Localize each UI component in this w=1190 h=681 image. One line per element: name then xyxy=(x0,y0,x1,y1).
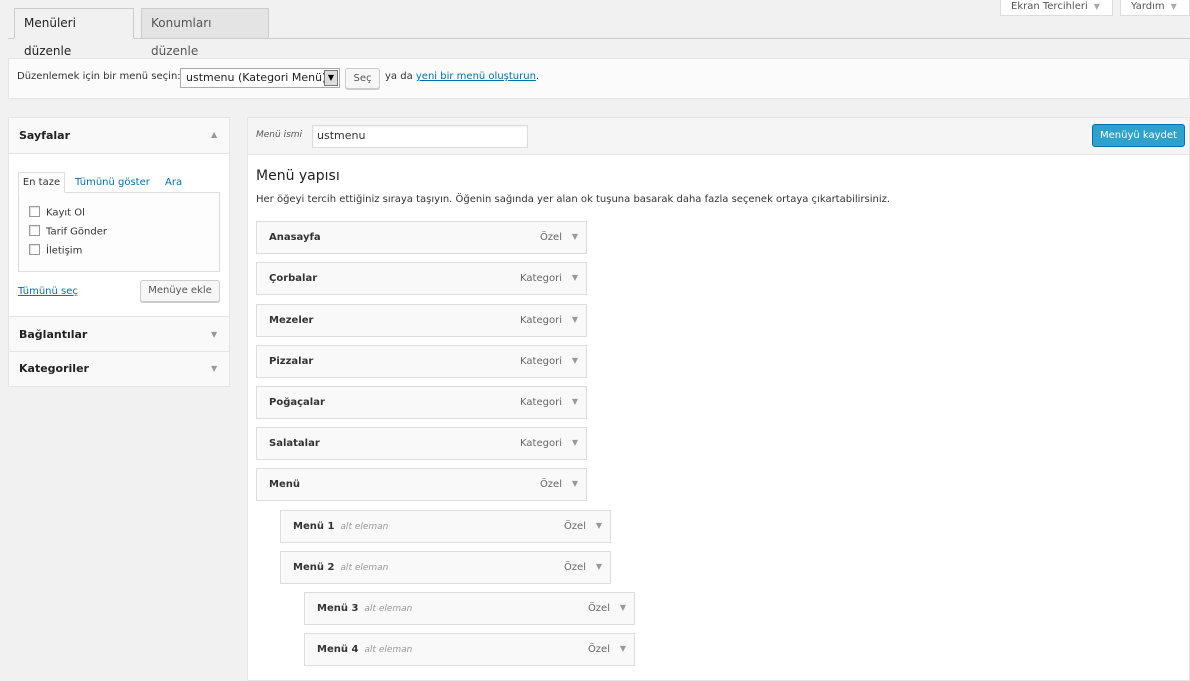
page-item[interactable]: Tarif Gönder xyxy=(29,225,107,238)
period: . xyxy=(535,71,540,82)
add-to-menu-label: Menüye ekle xyxy=(148,285,212,296)
checkbox[interactable] xyxy=(29,206,40,217)
select-all-link[interactable]: Tümünü seç xyxy=(18,286,78,297)
menu-item-title: Salatalar xyxy=(269,438,320,449)
expand-down-icon[interactable]: ▼ xyxy=(572,356,578,365)
menu-name-label: Menü ismi xyxy=(256,130,303,140)
menu-item-type: Özel xyxy=(539,479,562,490)
select-button[interactable]: Seç xyxy=(345,68,380,89)
menu-item[interactable]: Salatalar Kategori ▼ xyxy=(256,427,587,460)
page-item[interactable]: Kayıt Ol xyxy=(29,206,85,219)
expand-down-icon[interactable]: ▼ xyxy=(572,232,578,241)
menu-item-type: Kategori xyxy=(520,273,562,284)
expand-down-icon[interactable]: ▼ xyxy=(572,315,578,324)
menu-item-type: Özel xyxy=(587,644,610,655)
tab-edit-menus[interactable]: Menüleri düzenle xyxy=(14,8,134,58)
menu-name-value: ustmenu xyxy=(317,129,366,142)
select-menu-label: Düzenlemek için bir menü seçin: xyxy=(17,71,181,82)
caret-down-icon: ▼ xyxy=(1170,2,1177,11)
menu-item-sub-label: alt eleman xyxy=(364,604,413,614)
pages-tabs: En taze Tümünü göster Ara xyxy=(18,172,220,193)
or-text: ya da xyxy=(385,71,413,82)
menu-item[interactable]: Pizzalar Kategori ▼ xyxy=(256,345,587,378)
menu-item-title: Menü 3 xyxy=(317,603,359,614)
tab-divider xyxy=(8,38,1190,39)
menu-editor-header: Menü ismi ustmenu Menüyü kaydet xyxy=(248,118,1189,155)
pages-title: Sayfalar xyxy=(19,129,71,142)
menu-select-bar: Düzenlemek için bir menü seçin: ustmenu … xyxy=(8,58,1190,99)
menu-item-type: Özel xyxy=(563,562,586,573)
menu-item-title: Menü 4 xyxy=(317,644,359,655)
screen-options-tab[interactable]: Ekran Tercihleri ▼ xyxy=(1000,0,1113,16)
help-label: Yardım xyxy=(1131,1,1165,12)
expand-down-icon[interactable]: ▼ xyxy=(572,438,578,447)
menu-structure-description: Her öğeyi tercih ettiğiniz sıraya taşıyı… xyxy=(256,194,891,205)
screen-options-label: Ekran Tercihleri xyxy=(1011,1,1088,12)
menu-sub-item[interactable]: Menü 1 alt eleman Özel ▼ xyxy=(280,510,611,543)
menu-item-type: Özel xyxy=(587,603,610,614)
help-tab[interactable]: Yardım ▼ xyxy=(1120,0,1190,16)
menu-item-type: Özel xyxy=(539,232,562,243)
categories-title: Kategoriler xyxy=(19,362,89,375)
expand-down-icon[interactable]: ▼ xyxy=(620,644,626,653)
menu-sub-item[interactable]: Menü 4 alt eleman Özel ▼ xyxy=(304,633,635,666)
menu-item-type: Özel xyxy=(563,521,586,532)
pages-list-panel: Kayıt Ol Tarif Gönder İletişim xyxy=(18,192,220,272)
menu-item-title: Mezeler xyxy=(269,315,314,326)
tab-manage-locations[interactable]: Konumları düzenle xyxy=(141,8,269,58)
tab-edit-menus-label: Menüleri düzenle xyxy=(24,16,76,58)
dropdown-arrow-icon: ▼ xyxy=(324,70,338,86)
tab-most-recent-label: En taze xyxy=(22,177,61,188)
tab-manage-locations-label: Konumları düzenle xyxy=(151,16,212,58)
expand-down-icon[interactable]: ▼ xyxy=(572,397,578,406)
menu-item-title: Anasayfa xyxy=(269,232,321,243)
menu-item-title: Menü 1 xyxy=(293,521,335,532)
menu-structure-title: Menü yapısı xyxy=(256,168,340,184)
menu-item[interactable]: Menü Özel ▼ xyxy=(256,468,587,501)
menu-item[interactable]: Poğaçalar Kategori ▼ xyxy=(256,386,587,419)
page-item[interactable]: İletişim xyxy=(29,244,83,257)
menu-item-sub-label: alt eleman xyxy=(340,563,389,573)
caret-down-icon: ▼ xyxy=(1093,2,1100,11)
page-item-label: Tarif Gönder xyxy=(46,226,107,238)
tab-most-recent[interactable]: En taze xyxy=(18,172,65,193)
menu-item-type: Kategori xyxy=(520,397,562,408)
expand-down-icon[interactable]: ▼ xyxy=(596,562,602,571)
menu-item-type: Kategori xyxy=(520,438,562,449)
menu-item[interactable]: Anasayfa Özel ▼ xyxy=(256,221,587,254)
expand-down-icon[interactable]: ▼ xyxy=(572,273,578,282)
menu-item-title: Menü 2 xyxy=(293,562,335,573)
menu-sub-item[interactable]: Menü 3 alt eleman Özel ▼ xyxy=(304,592,635,625)
menu-item-type: Kategori xyxy=(520,356,562,367)
expand-down-icon[interactable]: ▼ xyxy=(572,479,578,488)
tab-view-all[interactable]: Tümünü göster xyxy=(75,177,150,188)
add-to-menu-button[interactable]: Menüye ekle xyxy=(140,280,220,302)
create-menu-text: ya da yeni bir menü oluşturun. xyxy=(385,71,539,82)
tab-search[interactable]: Ara xyxy=(165,177,182,188)
menu-item-type: Kategori xyxy=(520,315,562,326)
menu-item-title: Pizzalar xyxy=(269,356,314,367)
page-item-label: İletişim xyxy=(46,245,83,257)
menu-item-sub-label: alt eleman xyxy=(340,522,389,532)
expand-down-icon[interactable]: ▼ xyxy=(620,603,626,612)
save-menu-button[interactable]: Menüyü kaydet xyxy=(1092,124,1185,147)
checkbox[interactable] xyxy=(29,244,40,255)
menu-item-title: Poğaçalar xyxy=(269,397,325,408)
menu-name-input[interactable]: ustmenu xyxy=(312,125,528,148)
menu-sub-item[interactable]: Menü 2 alt eleman Özel ▼ xyxy=(280,551,611,584)
links-title: Bağlantılar xyxy=(19,328,88,341)
menu-item-title: Çorbalar xyxy=(269,273,318,284)
save-menu-label: Menüyü kaydet xyxy=(1100,130,1177,141)
menu-item-title: Menü xyxy=(269,479,300,490)
checkbox[interactable] xyxy=(29,225,40,236)
select-button-label: Seç xyxy=(353,73,372,84)
menu-item[interactable]: Çorbalar Kategori ▼ xyxy=(256,262,587,295)
menu-item[interactable]: Mezeler Kategori ▼ xyxy=(256,304,587,337)
menu-select[interactable]: ustmenu (Kategori Menü) ▼ xyxy=(180,68,340,88)
create-menu-link[interactable]: yeni bir menü oluşturun xyxy=(416,71,536,82)
menu-select-value: ustmenu (Kategori Menü) xyxy=(186,71,327,84)
expand-down-icon[interactable]: ▼ xyxy=(596,521,602,530)
page-item-label: Kayıt Ol xyxy=(46,207,85,219)
menu-item-sub-label: alt eleman xyxy=(364,645,413,655)
